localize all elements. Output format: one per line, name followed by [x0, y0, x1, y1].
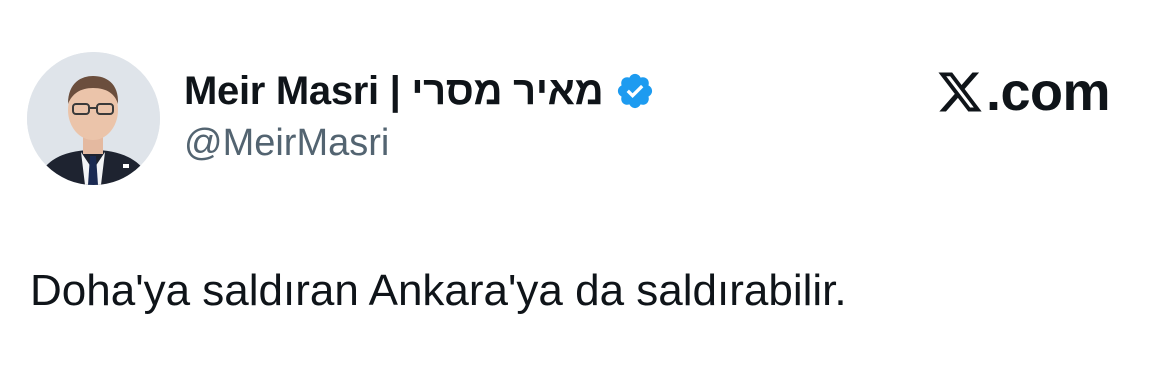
x-logo-icon — [936, 68, 984, 116]
verified-badge-icon — [615, 71, 655, 111]
tweet-card: Meir Masri | מאיר מסרי @MeirMasri .com D… — [0, 0, 1170, 384]
tweet-text: Doha'ya saldıran Ankara'ya da saldırabil… — [30, 266, 847, 315]
brand-domain-suffix: .com — [985, 62, 1111, 122]
avatar[interactable] — [27, 52, 160, 185]
author-display-name[interactable]: Meir Masri | מאיר מסרי — [184, 69, 604, 114]
author-name-row[interactable]: Meir Masri | מאיר מסרי — [184, 66, 655, 116]
avatar-image — [27, 52, 160, 185]
brand-mark: .com — [936, 62, 1111, 122]
author-handle[interactable]: @MeirMasri — [184, 122, 389, 165]
